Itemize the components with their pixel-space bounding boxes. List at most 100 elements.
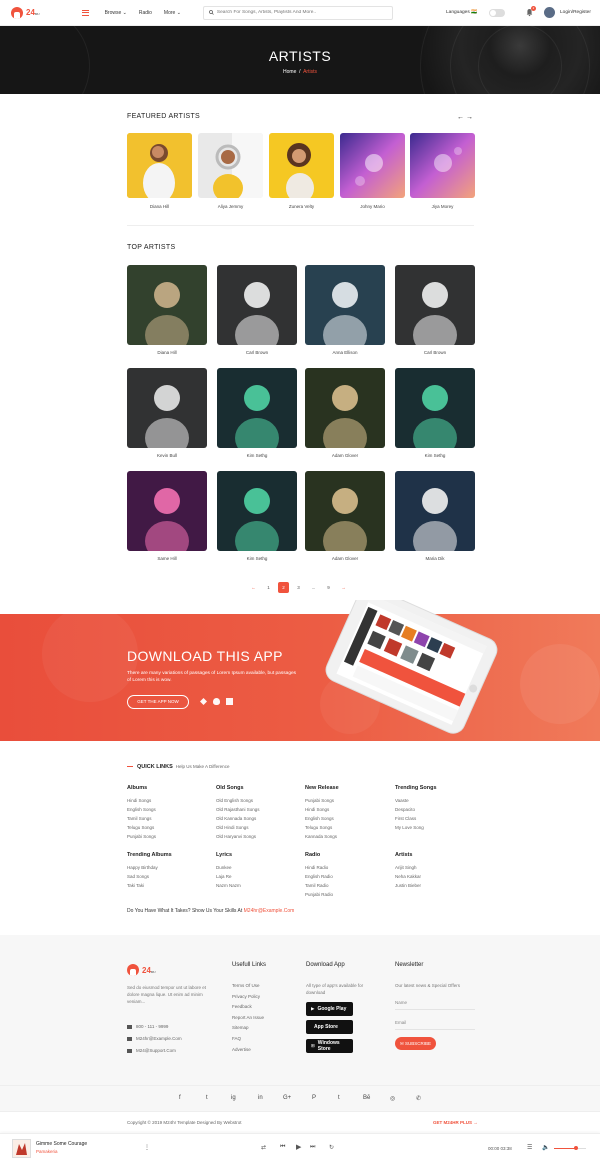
windows-icon[interactable] (226, 698, 233, 705)
repeat-icon[interactable]: ↻ (329, 1144, 334, 1151)
quick-link[interactable]: Nazm Nazm (216, 881, 301, 890)
quick-link[interactable]: Vaaste (395, 796, 480, 805)
featured-artist-card[interactable] (410, 133, 475, 198)
quick-link[interactable]: Punjabi Songs (127, 832, 212, 841)
prev-arrow-icon[interactable]: ← (457, 114, 464, 121)
page-link[interactable]: 9 (323, 582, 334, 593)
behance-icon[interactable]: Bē (363, 1095, 370, 1101)
search-input[interactable] (216, 10, 387, 15)
apple-icon[interactable] (213, 698, 220, 705)
featured-artist-name[interactable]: Zunera Velty (269, 204, 334, 209)
footer-link[interactable]: Feedback (232, 1002, 264, 1013)
login-register-link[interactable]: Login/Register (560, 10, 591, 15)
top-artist-name[interactable]: Maria Dik (395, 556, 475, 561)
menu-icon[interactable] (81, 9, 89, 16)
song-artist[interactable]: Pamakeria (36, 1149, 58, 1154)
page-link-active[interactable]: 2 (278, 582, 289, 593)
quick-link[interactable]: Punjabi Radio (305, 890, 390, 899)
more-options-icon[interactable]: ⋮ (144, 1144, 150, 1151)
top-artist-card[interactable] (217, 265, 297, 345)
quick-links-column-heading[interactable]: Old Songs (216, 785, 301, 791)
featured-artist-card[interactable] (198, 133, 263, 198)
footer-link[interactable]: Sitemap (232, 1023, 264, 1034)
quick-links-column-heading[interactable]: Lyrics (216, 852, 301, 858)
quick-links-column-heading[interactable]: Artists (395, 852, 480, 858)
tumblr-icon[interactable]: t (338, 1095, 340, 1101)
featured-artist-card[interactable] (127, 133, 192, 198)
top-artist-name[interactable]: Adam Glover (305, 556, 385, 561)
logo[interactable]: 24MU (11, 6, 40, 19)
facebook-icon[interactable]: f (179, 1095, 181, 1101)
nav-more[interactable]: More ⌄ (164, 10, 181, 16)
volume-slider[interactable] (554, 1146, 586, 1150)
quick-link[interactable]: Laja Re (216, 872, 301, 881)
footer-email[interactable]: M24hr@Example.Com (127, 1036, 182, 1041)
nav-radio[interactable]: Radio (139, 10, 152, 16)
top-artist-card[interactable] (305, 471, 385, 551)
quick-link[interactable]: Old Kannada Songs (216, 814, 301, 823)
song-thumbnail[interactable] (12, 1139, 31, 1158)
footer-link[interactable]: Advertise (232, 1045, 264, 1056)
email-field[interactable]: Email (395, 1017, 475, 1030)
featured-artist-name[interactable]: Aliya Jemmy (198, 204, 263, 209)
quick-link[interactable]: English Songs (127, 805, 212, 814)
quick-link[interactable]: Despacito (395, 805, 480, 814)
talent-email-link[interactable]: M24hr@Example.Com (244, 908, 295, 914)
quick-link[interactable]: Hindi Radio (305, 863, 390, 872)
pinterest-icon[interactable]: P (312, 1095, 316, 1101)
song-title[interactable]: Gimme Some Courage (36, 1141, 87, 1147)
footer-support-email[interactable]: M24@Support.Com (127, 1048, 176, 1053)
quick-link[interactable]: Kannada Songs (305, 832, 390, 841)
quick-link[interactable]: Telugu Songs (127, 823, 212, 832)
quick-link[interactable]: Justin Bieber (395, 881, 480, 890)
get-plus-link[interactable]: GET M24HR PLUS → (433, 1120, 478, 1125)
instagram-icon[interactable]: ig (231, 1095, 236, 1101)
google-plus-icon[interactable]: G+ (283, 1095, 291, 1101)
quick-link[interactable]: Old Rajasthani Songs (216, 805, 301, 814)
get-app-button[interactable]: GET THE APP NOW (127, 695, 189, 709)
page-link[interactable]: 3 (293, 582, 304, 593)
dribbble-icon[interactable]: ◎ (390, 1095, 395, 1102)
google-play-badge[interactable]: ▶ Google Play (306, 1002, 353, 1016)
quick-link[interactable]: Neha Kakkar (395, 872, 480, 881)
quick-links-column-heading[interactable]: Trending Songs (395, 785, 480, 791)
top-artist-name[interactable]: Carl Brown (217, 350, 297, 355)
featured-artist-name[interactable]: Jiya Morey (410, 204, 475, 209)
linkedin-icon[interactable]: in (258, 1095, 263, 1101)
quick-link[interactable]: Telugu Songs (305, 823, 390, 832)
quick-link[interactable]: English Songs (305, 814, 390, 823)
top-artist-card[interactable] (395, 471, 475, 551)
quick-links-column-heading[interactable]: New Release (305, 785, 390, 791)
featured-artist-card[interactable] (340, 133, 405, 198)
quick-links-column-heading[interactable]: Trending Albums (127, 852, 212, 858)
footer-link[interactable]: Privacy Policy (232, 992, 264, 1003)
footer-link[interactable]: Report An Issue (232, 1013, 264, 1024)
quick-link[interactable]: English Radio (305, 872, 390, 881)
playlist-icon[interactable]: ☰ (527, 1144, 532, 1151)
top-artist-name[interactable]: Kim Sethg (217, 453, 297, 458)
quick-link[interactable]: Tamil Radio (305, 881, 390, 890)
subscribe-button[interactable]: ✉ SUBSCRIBE (395, 1037, 436, 1050)
next-icon[interactable]: ⏭ (310, 1144, 315, 1151)
footer-link[interactable]: FAQ (232, 1034, 264, 1045)
quick-link[interactable]: Sad Songs (127, 872, 212, 881)
previous-icon[interactable]: ⏮ (280, 1144, 285, 1151)
top-artist-card[interactable] (395, 265, 475, 345)
top-artist-card[interactable] (127, 368, 207, 448)
page-link[interactable]: 1 (263, 582, 274, 593)
top-artist-card[interactable] (305, 265, 385, 345)
quick-link[interactable]: Taki Taki (127, 881, 212, 890)
top-artist-name[interactable]: Kim Sethg (395, 453, 475, 458)
quick-link[interactable]: Arijit Singh (395, 863, 480, 872)
quick-link[interactable]: Hindi Songs (305, 805, 390, 814)
quick-link[interactable]: First Class (395, 814, 480, 823)
top-artist-name[interactable]: Carl Brown (395, 350, 475, 355)
top-artist-card[interactable] (217, 471, 297, 551)
top-artist-card[interactable] (127, 471, 207, 551)
top-artist-card[interactable] (127, 265, 207, 345)
shuffle-icon[interactable]: ⇄ (261, 1144, 266, 1151)
android-icon[interactable] (200, 698, 207, 705)
featured-artist-name[interactable]: Diana Hill (127, 204, 192, 209)
top-artist-name[interactable]: Same Hill (127, 556, 207, 561)
featured-artist-card[interactable] (269, 133, 334, 198)
